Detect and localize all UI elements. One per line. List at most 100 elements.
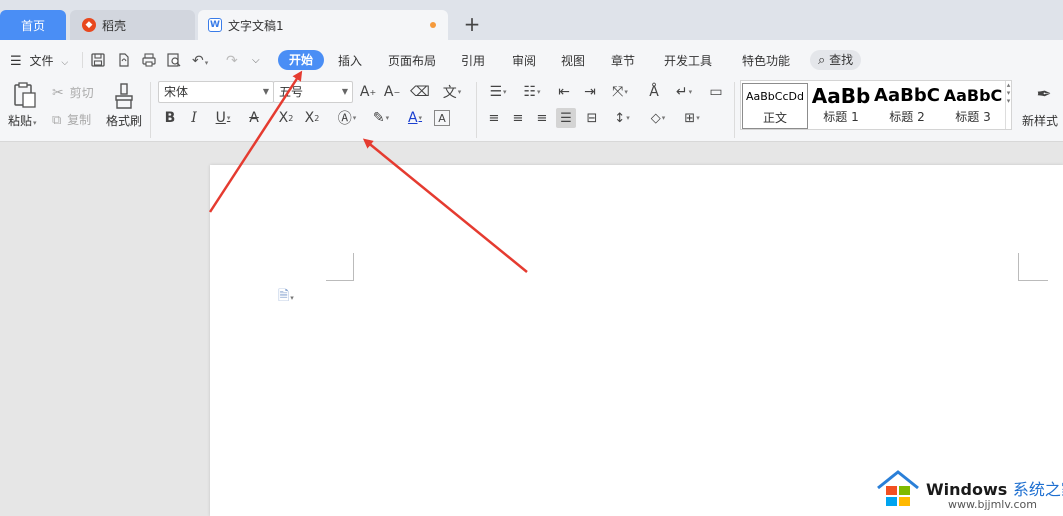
copy-label: 复制 xyxy=(67,113,92,127)
tab-document[interactable]: W 文字文稿1 xyxy=(198,10,448,40)
tab-document-label: 文字文稿1 xyxy=(228,18,284,33)
borders-icon[interactable]: ⊞ ▾ xyxy=(678,108,706,128)
menu-bar: ☰ 文件 ⌵ ↶▾ ↷ ⌵ 开始 插入 页面布局 引用 审阅 视图 章节 开发工… xyxy=(0,40,1063,78)
font-size-value: 五号 xyxy=(279,85,304,99)
export-pdf-icon[interactable] xyxy=(116,52,132,68)
line-spacing-icon[interactable]: ↕ ▾ xyxy=(608,108,636,128)
style-heading-3-sample: AaBbC xyxy=(943,86,1003,105)
style-heading-1[interactable]: AaBb 标题 1 xyxy=(808,83,874,129)
font-color-icon[interactable]: A ▾ xyxy=(400,108,430,128)
margin-corner-right xyxy=(1018,253,1048,281)
align-right-icon[interactable]: ≡ xyxy=(532,108,552,128)
italic-icon[interactable]: I xyxy=(184,108,204,128)
justify-icon[interactable]: ☰ xyxy=(556,108,576,128)
print-icon[interactable] xyxy=(141,52,157,68)
style-normal-label: 正文 xyxy=(762,111,787,125)
text-direction-icon[interactable]: ⤧ ▾ xyxy=(606,82,634,102)
sort-icon[interactable]: Å xyxy=(644,82,664,102)
highlight-icon[interactable]: ✎ ▾ xyxy=(366,108,396,128)
tab-home-label: 首页 xyxy=(20,18,45,33)
paste-icon[interactable] xyxy=(12,81,38,109)
pinyin-guide-icon[interactable]: 文 ▾ xyxy=(438,82,466,102)
tab-start[interactable]: 开始 xyxy=(278,50,325,70)
shrink-font-icon[interactable]: A − xyxy=(382,82,402,102)
style-heading-1-sample: AaBb xyxy=(811,84,871,108)
cut-button[interactable]: ✂ 剪切 xyxy=(52,84,94,101)
file-menu[interactable]: ☰ 文件 ⌵ xyxy=(10,52,68,70)
tab-daoke[interactable]: ◆ 稻壳 xyxy=(70,10,195,40)
divider xyxy=(150,82,151,138)
search-button[interactable]: ⌕ 查找 xyxy=(810,50,862,70)
paragraph-layout-icon[interactable]: 🗎▾ xyxy=(278,285,294,309)
strikethrough-icon[interactable]: A xyxy=(244,108,264,128)
subscript-icon[interactable]: X2 xyxy=(302,108,322,128)
undo-icon: ↶ xyxy=(192,53,204,69)
new-tab-button[interactable]: + xyxy=(462,12,482,36)
font-name-select[interactable]: 宋体 ▼ xyxy=(158,81,274,103)
styles-scroll[interactable]: ▴ ▾ ▾ xyxy=(1005,81,1011,129)
tab-special-features[interactable]: 特色功能 xyxy=(742,52,790,70)
superscript-icon[interactable]: X2 xyxy=(276,108,296,128)
quick-access-more-icon[interactable]: ⌵ xyxy=(252,52,260,70)
tab-chapter[interactable]: 章节 xyxy=(611,52,635,70)
tab-page-layout[interactable]: 页面布局 xyxy=(388,52,436,70)
document-page[interactable]: 🗎▾ xyxy=(210,165,1063,516)
tab-references[interactable]: 引用 xyxy=(461,52,485,70)
divider xyxy=(734,82,735,138)
tab-view[interactable]: 视图 xyxy=(561,52,585,70)
character-border-icon[interactable]: A xyxy=(434,110,450,126)
format-painter-label[interactable]: 格式刷 xyxy=(106,112,142,129)
distributed-align-icon[interactable]: ⊟ xyxy=(582,108,602,128)
font-name-value: 宋体 xyxy=(164,85,189,99)
style-heading-2-sample: AaBbC xyxy=(874,85,940,106)
daoke-icon: ◆ xyxy=(82,18,96,32)
paragraph-mark-icon[interactable]: ↵ ▾ xyxy=(670,82,698,102)
chevron-down-icon: ▼ xyxy=(341,87,348,96)
margin-corner-left xyxy=(326,253,354,281)
file-menu-label: 文件 xyxy=(29,54,54,68)
save-icon[interactable] xyxy=(90,52,106,68)
document-canvas: 🗎▾ xyxy=(0,143,1063,516)
bullet-list-icon[interactable]: ☰ ▾ xyxy=(484,82,512,102)
style-normal[interactable]: AaBbCcDd 正文 xyxy=(742,83,808,129)
grow-font-icon[interactable]: A + xyxy=(358,82,378,102)
increase-indent-icon[interactable]: ⇥ xyxy=(580,82,600,102)
tab-home[interactable]: 首页 xyxy=(0,10,66,40)
new-style-label[interactable]: 新样式 xyxy=(1022,112,1058,129)
ribbon-toolbar: 粘贴▾ ✂ 剪切 ⧉ 复制 格式刷 宋体 ▼ 五号 ▼ A + A − ⌫ 文 ▾ B I… xyxy=(0,78,1063,142)
format-painter-icon[interactable] xyxy=(112,82,136,110)
align-left-icon[interactable]: ≡ xyxy=(484,108,504,128)
align-center-icon[interactable]: ≡ xyxy=(508,108,528,128)
style-heading-2[interactable]: AaBbC 标题 2 xyxy=(874,83,940,129)
style-heading-1-label: 标题 1 xyxy=(823,110,859,124)
ruler-icon[interactable]: ▭ xyxy=(704,82,728,102)
tab-review[interactable]: 审阅 xyxy=(512,52,536,70)
paste-label: 粘贴 xyxy=(8,114,33,128)
undo-button[interactable]: ↶▾ xyxy=(192,52,208,70)
search-icon: ⌕ xyxy=(818,53,826,68)
search-label: 查找 xyxy=(829,53,854,67)
underline-icon[interactable]: U ▾ xyxy=(208,108,238,128)
style-heading-3[interactable]: AaBbC 标题 3 xyxy=(940,83,1006,129)
watermark-brand-cn: 系统之家 xyxy=(1012,480,1063,499)
bold-icon[interactable]: B xyxy=(160,108,180,128)
numbered-list-icon[interactable]: ☷ ▾ xyxy=(518,82,546,102)
tab-insert[interactable]: 插入 xyxy=(338,52,362,70)
shading-icon[interactable]: ◇ ▾ xyxy=(644,108,672,128)
text-effect-icon[interactable]: Ⓐ ▾ xyxy=(332,108,362,128)
print-preview-icon[interactable] xyxy=(166,52,182,68)
copy-button[interactable]: ⧉ 复制 xyxy=(52,111,91,128)
style-normal-sample: AaBbCcDd xyxy=(746,90,804,103)
watermark-brand: Windows xyxy=(926,480,1008,499)
tab-developer[interactable]: 开发工具 xyxy=(664,52,712,70)
hamburger-icon: ☰ xyxy=(10,54,22,69)
decrease-indent-icon[interactable]: ⇤ xyxy=(554,82,574,102)
new-style-icon[interactable]: ✒ xyxy=(1032,82,1056,106)
paste-button[interactable]: 粘贴▾ xyxy=(8,112,37,129)
windows-logo-watermark: Windows 系统之家 www.bjjmlv.com xyxy=(876,466,1063,512)
divider xyxy=(82,52,83,68)
clear-format-icon[interactable]: ⌫ xyxy=(410,82,430,102)
font-size-select[interactable]: 五号 ▼ xyxy=(273,81,353,103)
redo-button[interactable]: ↷ xyxy=(226,52,238,70)
unsaved-dot-icon xyxy=(430,22,436,28)
